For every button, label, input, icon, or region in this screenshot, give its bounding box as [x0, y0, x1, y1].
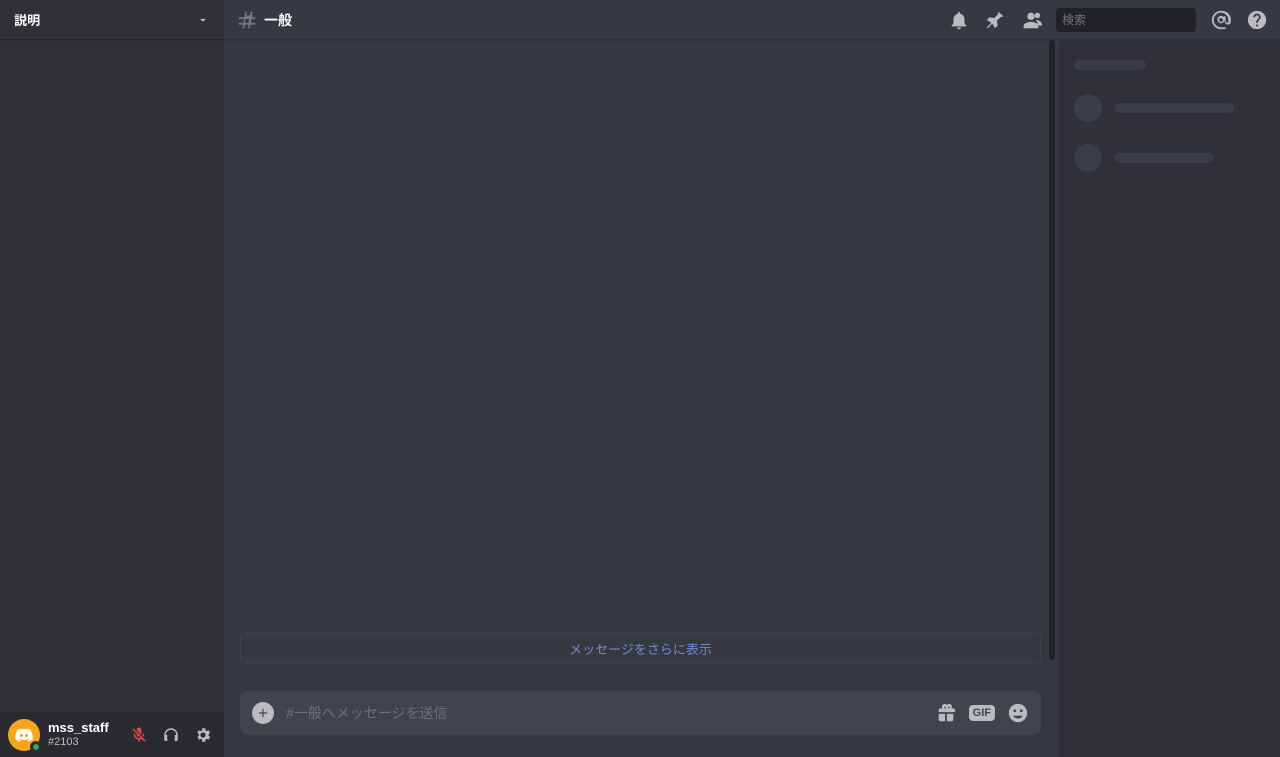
channel-list — [0, 40, 224, 712]
gif-button[interactable]: GIF — [969, 705, 995, 721]
user-panel: mss_staff #2103 — [0, 712, 224, 757]
message-area: メッセージをさらに表示 GIF — [224, 40, 1058, 757]
member-placeholder — [1066, 90, 1272, 126]
user-tag: #2103 — [48, 736, 122, 748]
headphones-icon — [162, 726, 180, 744]
emoji-icon[interactable] — [1007, 702, 1029, 724]
bell-icon[interactable] — [948, 9, 970, 31]
plus-icon — [256, 706, 270, 720]
server-header[interactable]: 説明 — [0, 0, 224, 40]
members-icon[interactable] — [1020, 9, 1042, 31]
search-input[interactable] — [1056, 8, 1196, 32]
member-group-placeholder — [1074, 60, 1146, 70]
search-field[interactable] — [1062, 13, 1217, 27]
mentions-icon[interactable] — [1210, 9, 1232, 31]
message-input[interactable] — [286, 705, 923, 721]
settings-button[interactable] — [190, 722, 216, 748]
member-placeholder — [1066, 140, 1272, 176]
avatar[interactable] — [8, 719, 40, 751]
channel-header: 一般 — [224, 0, 1280, 40]
load-more-button[interactable]: メッセージをさらに表示 — [240, 633, 1041, 663]
channel-sidebar: 説明 mss_staff #2103 — [0, 0, 224, 757]
scrollbar[interactable] — [1049, 40, 1057, 625]
deafen-button[interactable] — [158, 722, 184, 748]
server-name: 説明 — [14, 10, 40, 29]
message-composer: GIF — [240, 691, 1041, 735]
hash-icon — [236, 9, 258, 31]
member-list — [1058, 40, 1280, 757]
username: mss_staff — [48, 721, 122, 735]
gift-icon[interactable] — [935, 702, 957, 724]
attach-button[interactable] — [252, 702, 274, 724]
help-icon[interactable] — [1246, 9, 1268, 31]
gear-icon — [194, 726, 212, 744]
pin-icon[interactable] — [984, 9, 1006, 31]
mic-muted-icon — [130, 726, 148, 744]
mute-button[interactable] — [126, 722, 152, 748]
discord-logo-icon — [14, 725, 34, 745]
scrollbar-thumb[interactable] — [1049, 40, 1055, 660]
chevron-down-icon — [196, 13, 210, 27]
channel-name: 一般 — [264, 10, 292, 30]
status-online-icon — [30, 741, 42, 753]
